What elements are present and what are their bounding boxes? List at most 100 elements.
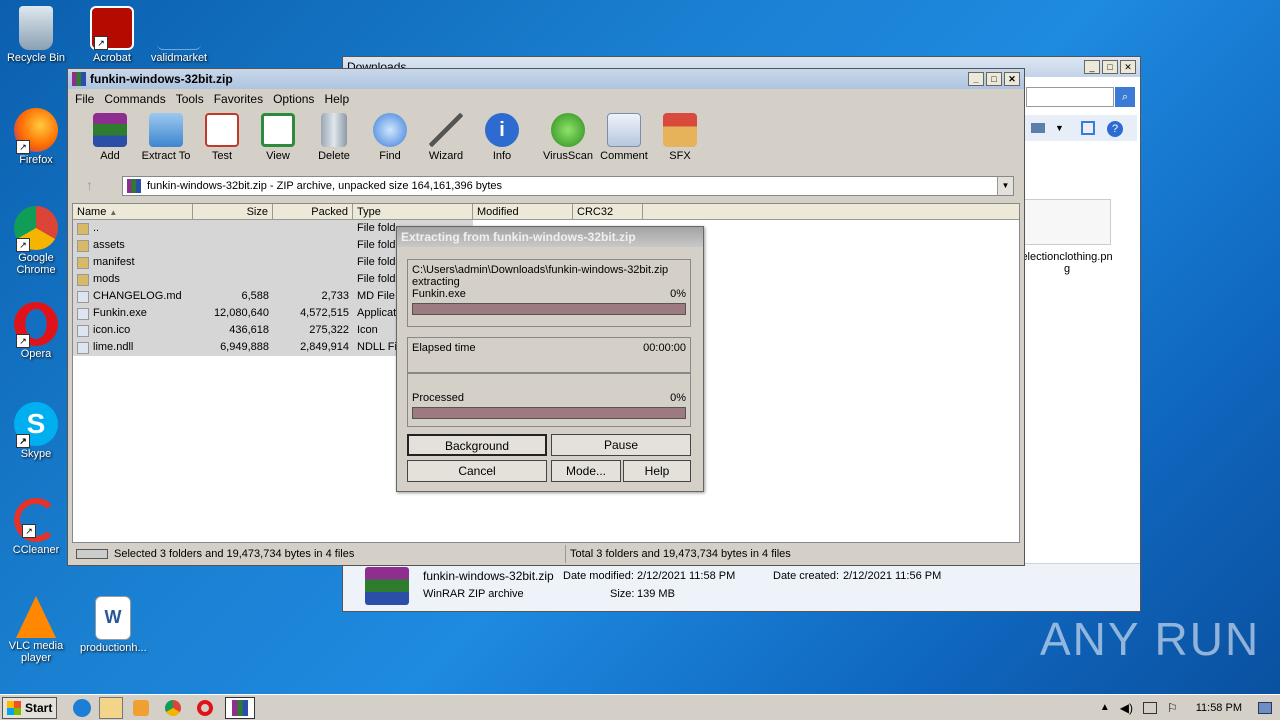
cell-packed: 4,572,515 [273,305,353,322]
dialog-title[interactable]: Extracting from funkin-windows-32bit.zip [397,227,703,247]
winrar-taskbar-icon[interactable] [225,696,256,719]
sfx-button[interactable]: SFX [652,109,708,171]
pause-button[interactable]: Pause [551,434,691,456]
media-player-icon[interactable] [133,699,150,716]
start-button[interactable]: Start [2,696,58,719]
ie-icon[interactable] [73,698,92,717]
test-label: Test [211,150,233,162]
view-icon[interactable] [1031,123,1045,133]
clock[interactable]: 11:58 PM [1196,702,1242,714]
maximize-button[interactable]: □ [986,72,1002,86]
mode-button[interactable]: Mode... [551,460,621,482]
menu-file[interactable]: File [72,92,101,106]
col-crc32[interactable]: CRC32 [573,204,643,219]
show-desktop-button[interactable] [1258,701,1272,714]
cell-size: 6,949,888 [193,339,273,356]
cell-packed [273,254,353,271]
cell-size: 12,080,640 [193,305,273,322]
explorer-search-box[interactable] [1026,87,1114,107]
desktop-icon-opera[interactable]: ↗ Opera [5,302,67,360]
cell-size [193,237,273,254]
clipboard-check-icon [205,113,239,147]
winrar-titlebar[interactable]: funkin-windows-32bit.zip _ □ ✕ [68,69,1024,89]
menu-favorites[interactable]: Favorites [211,92,270,106]
acrobat-icon: ↗ [90,6,134,50]
find-button[interactable]: Find [362,109,418,171]
desktop-icon-recycle-bin[interactable]: Recycle Bin [5,6,67,64]
chevron-down-icon[interactable]: ▼ [1055,123,1064,133]
sfx-label: SFX [669,150,691,162]
desktop-icon-validmarket[interactable]: validmarket [148,6,210,64]
minimize-button[interactable]: _ [1084,60,1100,74]
minimize-button[interactable]: _ [968,72,984,86]
cancel-button[interactable]: Cancel [407,460,547,482]
virusscan-button[interactable]: VirusScan [540,109,596,171]
extract-to-button[interactable]: Extract To [138,109,194,171]
details-created-value: 2/12/2021 11:56 PM [843,570,942,582]
network-icon[interactable] [1142,701,1157,714]
chevron-down-icon[interactable]: ▼ [997,177,1013,195]
add-archive-icon [93,113,127,147]
wizard-button[interactable]: Wizard [418,109,474,171]
col-modified[interactable]: Modified [473,204,573,219]
vlc-icon [16,596,56,638]
desktop-icon-firefox[interactable]: ↗ Firefox [5,108,67,166]
close-button[interactable]: ✕ [1120,60,1136,74]
menu-help[interactable]: Help [321,92,356,106]
cell-size [193,271,273,288]
preview-pane-icon[interactable] [1081,121,1095,135]
thumbnail-item[interactable] [1019,199,1111,245]
view-button[interactable]: View [250,109,306,171]
help-button[interactable]: Help [623,460,691,482]
desktop-icon-chrome[interactable]: ↗ Google Chrome [5,206,67,276]
show-hidden-icons-icon[interactable]: ▲ [1100,702,1110,713]
anyrun-watermark: ANY RUN [1040,613,1261,665]
desktop-icon-label: Acrobat [93,52,131,64]
extract-to-label: Extract To [141,150,191,162]
processed-percent: 0% [670,392,686,404]
desktop-icon-acrobat[interactable]: ↗ Acrobat [81,6,143,64]
background-button[interactable]: Background [407,434,547,456]
desktop-icon-skype[interactable]: S ↗ Skype [5,402,67,460]
desktop-icon-ccleaner[interactable]: ↗ CCleaner [5,498,67,556]
comment-button[interactable]: Comment [596,109,652,171]
col-size[interactable]: Size [193,204,273,219]
chrome-taskbar-icon[interactable] [165,699,182,716]
opera-taskbar-icon[interactable] [197,699,214,716]
details-file-type: WinRAR ZIP archive [423,588,524,600]
volume-icon[interactable]: ◀) [1120,701,1133,715]
magic-wand-icon [429,113,463,147]
maximize-button[interactable]: □ [1102,60,1118,74]
col-name[interactable]: Name ▲ [73,204,193,219]
details-modified-label: Date modified: [563,570,634,582]
desktop-icon-document[interactable]: W productionh... [80,596,147,654]
up-arrow-icon[interactable]: ↑ [86,177,93,193]
col-type[interactable]: Type [353,204,473,219]
col-packed[interactable]: Packed [273,204,353,219]
delete-button[interactable]: Delete [306,109,362,171]
menu-options[interactable]: Options [270,92,321,106]
help-icon[interactable]: ? [1107,121,1123,137]
explorer-taskbar-icon[interactable] [99,696,124,719]
menu-tools[interactable]: Tools [173,92,211,106]
add-label: Add [100,150,120,162]
cell-packed: 2,733 [273,288,353,305]
menu-commands[interactable]: Commands [101,92,172,106]
test-button[interactable]: Test [194,109,250,171]
desktop-icon-vlc[interactable]: VLC media player [5,596,67,664]
action-center-flag-icon[interactable]: ⚐ [1167,701,1178,715]
current-file: Funkin.exe [412,288,466,300]
extract-dialog[interactable]: Extracting from funkin-windows-32bit.zip… [396,226,704,492]
desktop-icon-label: CCleaner [12,544,60,556]
address-field[interactable]: funkin-windows-32bit.zip - ZIP archive, … [122,176,1014,196]
add-button[interactable]: Add [82,109,138,171]
processed-group: Processed 0% [407,373,691,427]
magnifier-icon [373,113,407,147]
cell-packed: 275,322 [273,322,353,339]
view-label: View [266,150,290,162]
skype-icon: S ↗ [14,402,58,448]
close-button[interactable]: ✕ [1004,72,1020,86]
search-icon[interactable]: ⌕ [1115,87,1135,107]
details-file-name: funkin-windows-32bit.zip [423,569,554,583]
info-button[interactable]: i Info [474,109,530,171]
